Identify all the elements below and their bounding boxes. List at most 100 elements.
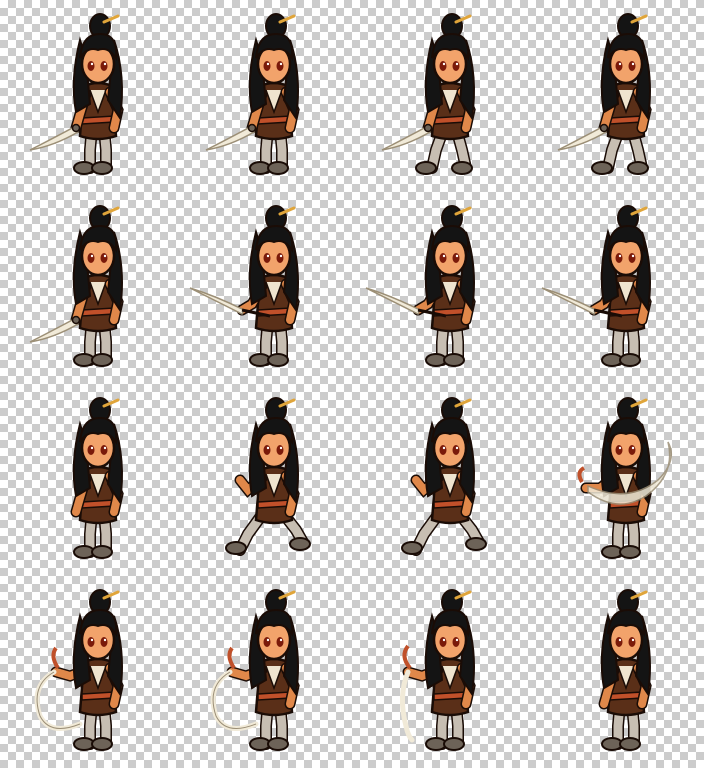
warrior-sprite xyxy=(577,397,673,559)
sash xyxy=(433,691,467,701)
sword-hilt xyxy=(247,123,257,133)
sword-blade xyxy=(29,124,79,151)
sash xyxy=(609,115,643,125)
character xyxy=(189,205,300,367)
sash xyxy=(609,691,643,701)
sash xyxy=(257,691,291,701)
right-boot xyxy=(91,161,113,175)
sash xyxy=(257,499,291,509)
warrior-sprite xyxy=(381,13,476,175)
character xyxy=(29,205,124,367)
right-eye xyxy=(276,61,284,71)
right-boot xyxy=(451,161,473,175)
eye-highlight xyxy=(279,62,283,66)
eye-highlight xyxy=(103,254,107,258)
warrior-sprite xyxy=(189,205,300,367)
right-boot xyxy=(289,537,311,551)
left-eye xyxy=(87,637,95,647)
warrior-sprite xyxy=(365,205,476,367)
sash xyxy=(81,691,115,701)
left-eye xyxy=(439,445,447,455)
eye-highlight xyxy=(618,254,622,258)
warrior-sprite xyxy=(205,13,300,175)
eye-highlight xyxy=(279,446,283,450)
character xyxy=(557,13,652,175)
sword-blade xyxy=(557,124,607,151)
sprite-frame-whip-1 xyxy=(0,576,176,768)
sword-hilt xyxy=(423,123,433,133)
right-boot xyxy=(619,545,641,559)
sprite-frame-slash-1 xyxy=(528,384,704,576)
left-eye xyxy=(439,253,447,263)
right-boot xyxy=(267,737,289,751)
sprite-frame-dash-1 xyxy=(176,384,352,576)
sprite-frame-whip-2 xyxy=(176,576,352,768)
eye-highlight xyxy=(631,446,635,450)
sash xyxy=(81,307,115,317)
character xyxy=(225,397,311,556)
eye-highlight xyxy=(618,446,622,450)
right-eye xyxy=(452,445,460,455)
right-boot xyxy=(443,737,465,751)
right-boot xyxy=(627,161,649,175)
sword-blade xyxy=(29,316,79,343)
eye-highlight xyxy=(618,638,622,642)
left-boot xyxy=(225,541,247,555)
eye-highlight xyxy=(442,62,446,66)
sprite-frame-thrust-3 xyxy=(528,192,704,384)
character xyxy=(34,589,124,751)
sash xyxy=(81,499,115,509)
eye-highlight xyxy=(103,638,107,642)
left-boot xyxy=(415,161,437,175)
right-eye xyxy=(276,253,284,263)
eye-highlight xyxy=(455,62,459,66)
eye-highlight xyxy=(442,254,446,258)
left-boot xyxy=(591,161,613,175)
right-boot xyxy=(465,537,487,551)
eye-highlight xyxy=(631,62,635,66)
eye-highlight xyxy=(279,254,283,258)
sword-blade xyxy=(541,287,598,316)
eye-highlight xyxy=(90,638,94,642)
sprite-frame-idle-1 xyxy=(0,0,176,192)
eye-highlight xyxy=(90,254,94,258)
left-eye xyxy=(263,253,271,263)
eye-highlight xyxy=(631,254,635,258)
warrior-sprite xyxy=(225,397,311,556)
right-boot xyxy=(91,353,113,367)
right-boot xyxy=(267,161,289,175)
right-eye xyxy=(100,637,108,647)
character xyxy=(541,205,652,367)
warrior-sprite xyxy=(541,205,652,367)
whip-handle xyxy=(51,646,60,670)
warrior-sprite xyxy=(29,13,124,175)
warrior-sprite xyxy=(400,589,476,751)
eye-highlight xyxy=(442,638,446,642)
right-eye xyxy=(276,637,284,647)
right-eye xyxy=(100,61,108,71)
warrior-sprite xyxy=(210,589,300,751)
left-eye xyxy=(615,253,623,263)
right-boot xyxy=(267,353,289,367)
sprite-frame-walk-1 xyxy=(352,0,528,192)
whip-handle xyxy=(577,466,586,484)
right-boot xyxy=(443,353,465,367)
eye-highlight xyxy=(618,62,622,66)
sword-blade xyxy=(189,287,246,316)
eye-highlight xyxy=(103,62,107,66)
left-eye xyxy=(615,61,623,71)
sword-blade xyxy=(365,287,422,316)
sword-hilt xyxy=(599,123,609,133)
character xyxy=(210,589,300,751)
right-boot xyxy=(619,353,641,367)
sprite-frame-guard-1 xyxy=(0,192,176,384)
character xyxy=(401,397,487,556)
eye-highlight xyxy=(266,254,270,258)
left-eye xyxy=(439,61,447,71)
sash xyxy=(257,115,291,125)
left-eye xyxy=(615,637,623,647)
right-boot xyxy=(619,737,641,751)
sprite-frame-stance-1 xyxy=(0,384,176,576)
right-eye xyxy=(452,253,460,263)
sprite-frame-thrust-2 xyxy=(352,192,528,384)
